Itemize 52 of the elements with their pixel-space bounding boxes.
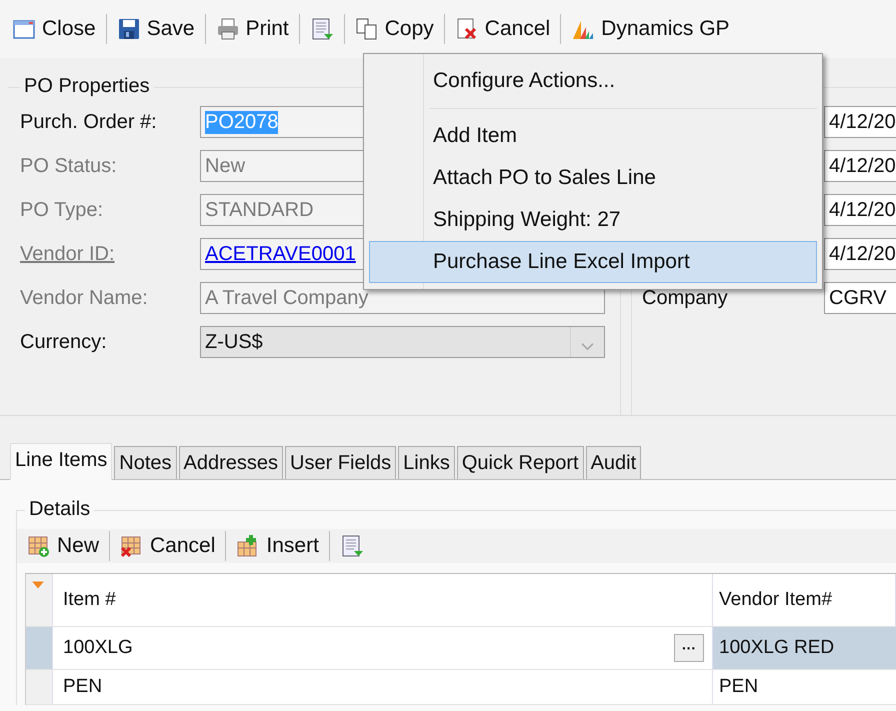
table-cell: 100XLG RED bbox=[713, 627, 896, 669]
toolbar-button[interactable]: Save bbox=[114, 15, 197, 43]
ellipsis-button[interactable]: ··· bbox=[674, 634, 704, 662]
document-arrow-icon bbox=[340, 534, 364, 558]
input-field[interactable]: 4/12/20 bbox=[824, 238, 896, 270]
menu-item[interactable]: Shipping Weight: 27 bbox=[369, 199, 817, 241]
cell-text: 100XLG bbox=[63, 637, 133, 659]
cell-text: PEN bbox=[63, 676, 102, 698]
tab[interactable]: Links bbox=[398, 446, 455, 479]
column-chooser[interactable] bbox=[26, 574, 53, 626]
field-label: Vendor Name: bbox=[20, 286, 149, 310]
grid-plus-icon bbox=[27, 534, 51, 558]
tab[interactable]: Notes bbox=[114, 446, 177, 479]
input-field[interactable]: CGRV bbox=[824, 282, 896, 314]
row-header[interactable] bbox=[26, 627, 53, 669]
toolbar-button[interactable]: Copy bbox=[352, 15, 436, 43]
menu-item[interactable]: Purchase Line Excel Import bbox=[369, 241, 817, 283]
input-field[interactable]: 4/12/20 bbox=[824, 106, 896, 138]
menu-item[interactable]: Add Item bbox=[369, 115, 817, 157]
toolbar-button[interactable]: New bbox=[25, 532, 102, 560]
field-label: Vendor ID: bbox=[20, 242, 116, 266]
document-cross-icon bbox=[454, 17, 479, 41]
tab[interactable]: Audit bbox=[586, 446, 642, 479]
toolbar-button[interactable]: Insert bbox=[234, 532, 321, 560]
field-label: PO Type: bbox=[20, 198, 104, 222]
input-field[interactable]: 4/12/20 bbox=[824, 194, 896, 226]
field-label: Purch. Order #: bbox=[20, 110, 158, 134]
table-cell-text: PEN bbox=[718, 675, 760, 699]
printer-icon bbox=[216, 17, 240, 41]
field-label: Currency: bbox=[20, 330, 108, 354]
toolbar-button[interactable]: Dynamics GP bbox=[569, 15, 732, 43]
field-label: PO Status: bbox=[20, 154, 118, 178]
tab[interactable]: Quick Report bbox=[456, 446, 584, 479]
group-title: PO Properties bbox=[20, 75, 154, 98]
tab[interactable]: Addresses bbox=[178, 446, 284, 479]
tab[interactable]: Line Items bbox=[10, 443, 112, 480]
document-arrow-icon bbox=[310, 17, 334, 41]
dropdown-field[interactable]: Z-US$ bbox=[200, 326, 605, 358]
menu-item[interactable]: Configure Actions... bbox=[369, 60, 817, 102]
toolbar-button[interactable]: Print bbox=[214, 15, 291, 43]
tab[interactable]: User Fields bbox=[285, 446, 396, 479]
toolbar-button[interactable]: Cancel bbox=[452, 15, 552, 43]
column-header[interactable]: Vendor Item# bbox=[713, 574, 896, 626]
toolbar-button[interactable]: Close bbox=[10, 15, 98, 43]
toolbar-button[interactable]: Cancel bbox=[118, 532, 218, 560]
menu-item[interactable]: Attach PO to Sales Line bbox=[369, 157, 817, 199]
field-label: Company bbox=[642, 286, 729, 310]
input-field[interactable]: 4/12/20 bbox=[824, 150, 896, 182]
triangle-down-icon bbox=[31, 580, 45, 590]
row-header[interactable] bbox=[26, 670, 53, 704]
copy-icon bbox=[354, 17, 379, 41]
column-header[interactable]: Item # bbox=[53, 574, 713, 626]
